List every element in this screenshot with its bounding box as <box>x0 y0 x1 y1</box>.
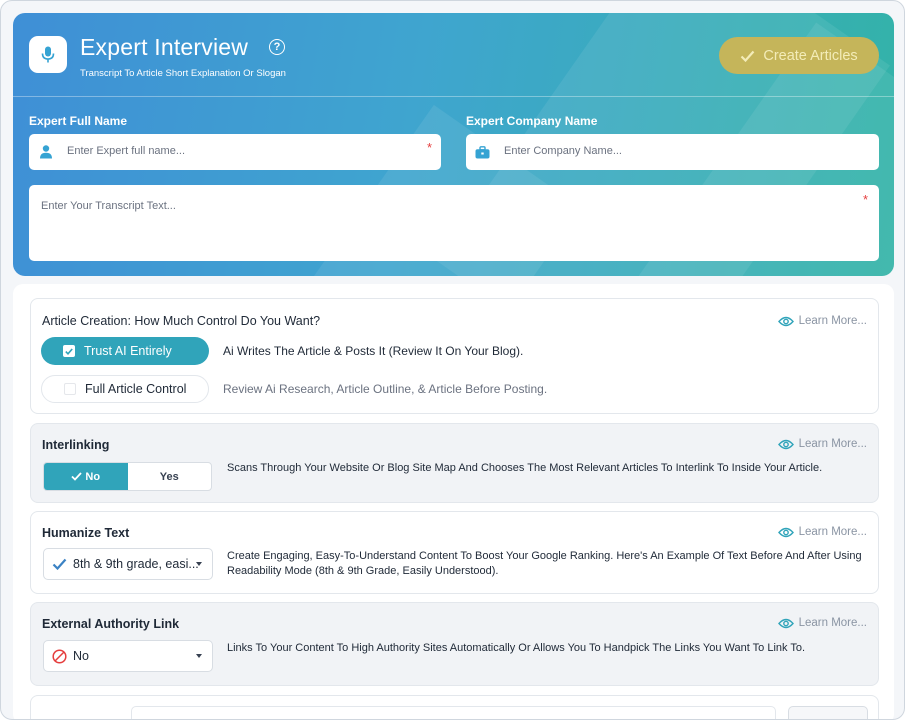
article-control-title: Article Creation: How Much Control Do Yo… <box>42 314 321 328</box>
company-name-field[interactable]: Enter Company Name... <box>466 134 879 170</box>
expert-name-label: Expert Full Name <box>29 114 128 128</box>
checkbox-icon <box>64 383 76 395</box>
interlinking-no-label: No <box>85 470 101 483</box>
interlinking-card: Interlinking Learn More... No Yes Scans … <box>30 423 879 503</box>
page-title: Expert Interview <box>80 34 249 60</box>
chevron-down-icon <box>196 654 202 658</box>
external-link-select[interactable]: No <box>43 640 213 672</box>
full-control-option[interactable]: Full Article Control <box>41 375 209 403</box>
external-link-selected-value: No <box>73 649 89 663</box>
company-name-placeholder: Enter Company Name... <box>504 145 622 157</box>
company-name-label: Expert Company Name <box>466 114 598 128</box>
learn-more-label: Learn More... <box>798 526 867 538</box>
create-articles-button[interactable]: Create Articles <box>719 37 879 74</box>
article-control-card: Article Creation: How Much Control Do Yo… <box>30 298 879 414</box>
learn-more-label: Learn More... <box>798 438 867 450</box>
page-subtitle: Transcript To Article Short Explanation … <box>80 68 286 79</box>
add-cta-button[interactable] <box>788 706 868 719</box>
check-icon <box>52 558 67 570</box>
interlinking-no-option[interactable]: No <box>44 463 128 490</box>
interlinking-title: Interlinking <box>42 438 110 452</box>
call-to-action-input[interactable] <box>131 706 776 719</box>
expert-name-field[interactable]: Enter Expert full name... * <box>29 134 441 170</box>
chevron-down-icon <box>196 562 202 566</box>
settings-panel: Article Creation: How Much Control Do Yo… <box>13 284 894 719</box>
app-frame: Expert Interview ? Transcript To Article… <box>0 0 905 720</box>
app-logo <box>29 36 67 73</box>
humanize-select[interactable]: 8th & 9th grade, easi... <box>43 548 213 580</box>
expert-name-placeholder: Enter Expert full name... <box>67 145 185 157</box>
interlinking-description: Scans Through Your Website Or Blog Site … <box>227 462 823 474</box>
interlinking-yes-option[interactable]: Yes <box>128 463 212 490</box>
transcript-placeholder: Enter Your Transcript Text... <box>41 200 176 212</box>
full-control-label: Full Article Control <box>85 382 187 396</box>
external-link-card: External Authority Link Learn More... No… <box>30 602 879 686</box>
trust-ai-description: Ai Writes The Article & Posts It (Review… <box>223 344 524 358</box>
check-icon <box>71 472 83 481</box>
checkbox-checked-icon <box>63 345 75 357</box>
eye-icon <box>777 527 794 537</box>
transcript-textarea[interactable]: Enter Your Transcript Text... * <box>29 185 879 261</box>
eye-icon <box>777 439 794 449</box>
trust-ai-label: Trust AI Entirely <box>84 344 172 358</box>
call-to-action-card <box>30 695 879 719</box>
external-link-description: Links To Your Content To High Authority … <box>227 642 806 654</box>
learn-more-link[interactable]: Learn More... <box>777 438 867 450</box>
external-link-title: External Authority Link <box>42 617 180 631</box>
learn-more-label: Learn More... <box>798 315 867 327</box>
learn-more-link[interactable]: Learn More... <box>777 526 867 538</box>
learn-more-link[interactable]: Learn More... <box>777 315 867 327</box>
required-indicator: * <box>863 192 869 207</box>
microphone-icon <box>41 46 55 62</box>
header-divider <box>13 96 894 97</box>
interlinking-yes-label: Yes <box>159 470 179 483</box>
prohibited-icon <box>52 648 67 664</box>
create-articles-label: Create Articles <box>763 47 858 64</box>
trust-ai-option[interactable]: Trust AI Entirely <box>41 337 209 365</box>
interlinking-toggle: No Yes <box>43 462 212 491</box>
user-icon <box>29 134 62 170</box>
check-icon <box>741 50 755 62</box>
full-control-description: Review Ai Research, Article Outline, & A… <box>223 382 548 396</box>
briefcase-icon <box>466 134 499 170</box>
header-banner: Expert Interview ? Transcript To Article… <box>13 13 894 276</box>
required-indicator: * <box>427 140 433 155</box>
eye-icon <box>777 316 794 326</box>
humanize-selected-value: 8th & 9th grade, easi... <box>73 557 199 571</box>
humanize-description: Create Engaging, Easy-To-Understand Cont… <box>227 550 862 577</box>
humanize-title: Humanize Text <box>42 526 130 540</box>
learn-more-label: Learn More... <box>798 617 867 629</box>
humanize-card: Humanize Text Learn More... 8th & 9th gr… <box>30 511 879 594</box>
help-icon[interactable]: ? <box>269 39 285 55</box>
learn-more-link[interactable]: Learn More... <box>777 617 867 629</box>
eye-icon <box>777 618 794 628</box>
